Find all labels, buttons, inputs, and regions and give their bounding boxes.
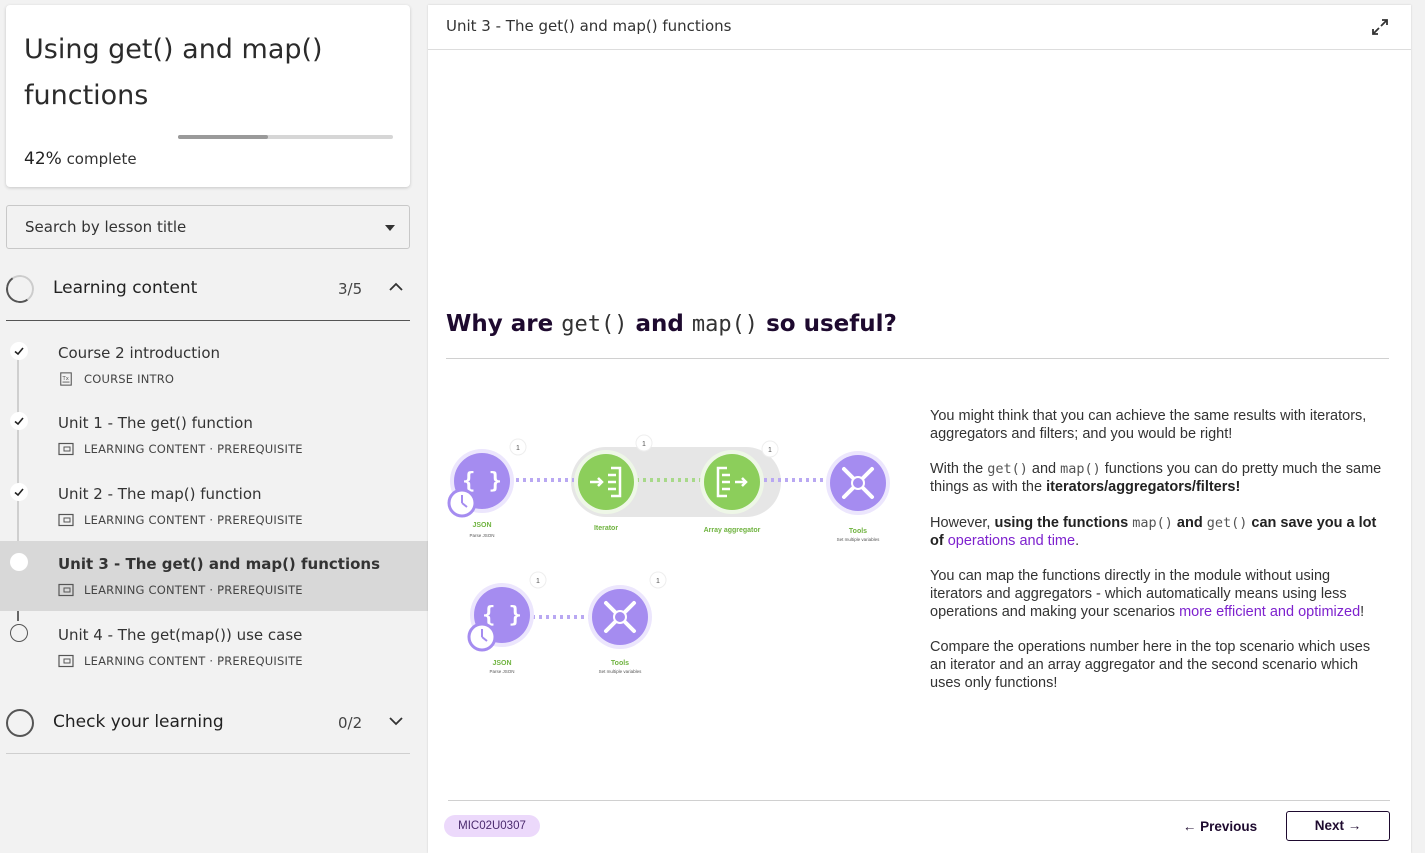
diagram-node-json-2: { } 1 JSON Parse JSON	[467, 571, 547, 674]
lesson-title: Unit 4 - The get(map()) use case	[58, 626, 303, 644]
section-title: Check your learning	[53, 712, 224, 732]
diagram-badge: 1	[768, 447, 772, 454]
lesson-complete-marker	[10, 342, 28, 360]
lesson-item-unit-3[interactable]: Unit 3 - The get() and map() functions L…	[0, 541, 428, 611]
expand-icon[interactable]	[1370, 17, 1390, 37]
lesson-meta-text: LEARNING CONTENT · PREREQUISITE	[84, 513, 303, 527]
heading-text: Why are	[446, 311, 562, 337]
learning-content-icon	[58, 513, 74, 527]
diagram-node-label: JSON	[472, 522, 491, 529]
diagram-node-label: Tools	[611, 660, 629, 667]
lesson-body: You might think that you can achieve the…	[930, 408, 1382, 710]
section-check-your-learning[interactable]: Check your learning 0/2	[6, 699, 410, 749]
progress-text: 42% complete	[24, 149, 137, 169]
lesson-todo-marker	[10, 624, 28, 642]
lesson-meta-text: COURSE INTRO	[84, 372, 175, 386]
lesson-heading: Why are get() and map() so useful?	[446, 311, 897, 337]
diagram-node-tools: Tools Set multiple variables	[826, 451, 890, 542]
lesson-meta-text: LEARNING CONTENT · PREREQUISITE	[84, 654, 303, 668]
lesson-item-unit-1[interactable]: Unit 1 - The get() function LEARNING CON…	[0, 404, 428, 474]
diagram-node-label: Array aggregator	[704, 527, 761, 534]
caret-down-icon	[385, 225, 395, 231]
paragraph: You can map the functions directly in th…	[930, 568, 1365, 620]
section-progress-ring-icon	[6, 709, 34, 737]
chevron-down-icon[interactable]	[388, 713, 404, 729]
paragraph: However, using the functions map() and g…	[930, 514, 1377, 549]
scenario-comparison-diagram: { } 1 JSON Parse JSON 1 Iterator 1 Array…	[447, 434, 890, 674]
diagram-badge: 1	[656, 578, 660, 585]
section-learning-content[interactable]: Learning content 3/5	[3, 265, 410, 315]
section-progress-ring-icon	[3, 272, 37, 306]
diagram-node-sublabel: Set multiple variables	[599, 669, 643, 674]
learning-content-icon	[58, 654, 74, 668]
paragraph: You might think that you can achieve the…	[930, 408, 1367, 442]
learning-content-icon	[58, 442, 74, 456]
app-root: Using get() and map() functions 42% comp…	[0, 0, 1425, 853]
lesson-complete-marker	[10, 412, 28, 430]
lesson-meta-text: LEARNING CONTENT · PREREQUISITE	[84, 583, 303, 597]
lesson-title: Unit 3 - The get() and map() functions	[58, 555, 381, 573]
paragraph: Compare the operations number here in th…	[930, 639, 1371, 691]
lesson-item-unit-4[interactable]: Unit 4 - The get(map()) use case LEARNIN…	[0, 616, 428, 686]
lesson-meta-text: LEARNING CONTENT · PREREQUISITE	[84, 442, 303, 456]
course-title: Using get() and map() functions	[24, 34, 323, 111]
lesson-meta: Tx COURSE INTRO	[58, 371, 174, 387]
diagram-node-sublabel: Parse JSON	[469, 533, 494, 538]
course-summary-card: Using get() and map() functions 42% comp…	[6, 5, 410, 187]
lesson-title: Unit 2 - The map() function	[58, 485, 262, 503]
heading-text: so useful?	[758, 311, 897, 337]
lesson-panel: Unit 3 - The get() and map() functions W…	[428, 5, 1411, 853]
footer-divider	[448, 800, 1390, 801]
section-count: 0/2	[338, 714, 363, 732]
lesson-code-badge: MIC02U0307	[444, 815, 540, 837]
diagram-node-sublabel: Parse JSON	[489, 669, 514, 674]
progress-suffix: complete	[61, 150, 137, 168]
diagram-node-label: JSON	[492, 660, 511, 667]
course-progress-bar	[178, 135, 393, 139]
lesson-complete-marker	[10, 483, 28, 501]
lesson-item-unit-2[interactable]: Unit 2 - The map() function LEARNING CON…	[0, 475, 428, 545]
lesson-meta: LEARNING CONTENT · PREREQUISITE	[58, 653, 303, 669]
section-divider	[6, 320, 410, 321]
diagram-node-json: { } 1 JSON Parse JSON	[447, 438, 527, 538]
lesson-current-marker	[10, 553, 28, 571]
search-placeholder: Search by lesson title	[25, 218, 187, 236]
heading-divider	[446, 358, 1389, 359]
lesson-meta: LEARNING CONTENT · PREREQUISITE	[58, 582, 303, 598]
section-divider	[6, 753, 410, 754]
heading-text: and	[627, 311, 692, 337]
lesson-meta: LEARNING CONTENT · PREREQUISITE	[58, 441, 303, 457]
diagram-badge: 1	[642, 441, 646, 448]
check-icon	[14, 347, 24, 356]
learning-content-icon	[58, 583, 74, 597]
diagram-node-label: Tools	[849, 528, 867, 535]
progress-value: 42%	[24, 149, 62, 169]
diagram-node-sublabel: Set multiple variables	[837, 537, 881, 542]
check-icon	[14, 488, 24, 497]
diagram-node-label: Iterator	[594, 525, 618, 532]
section-title: Learning content	[53, 278, 198, 298]
svg-text:Tx: Tx	[62, 376, 69, 382]
paragraph: With the get() and map() functions you c…	[930, 461, 1382, 496]
lesson-title: Course 2 introduction	[58, 344, 221, 362]
lesson-meta: LEARNING CONTENT · PREREQUISITE	[58, 512, 303, 528]
course-intro-icon: Tx	[60, 372, 72, 386]
previous-button[interactable]: ← Previous	[1180, 813, 1260, 841]
course-progress-fill	[178, 135, 269, 139]
lesson-search-select[interactable]: Search by lesson title	[6, 205, 410, 249]
check-icon	[14, 417, 24, 426]
lesson-header-title: Unit 3 - The get() and map() functions	[446, 17, 732, 35]
diagram-badge: 1	[536, 578, 540, 585]
lesson-item-course-intro[interactable]: Course 2 introduction Tx COURSE INTRO	[0, 334, 428, 404]
heading-code: get()	[561, 312, 628, 337]
chevron-up-icon[interactable]	[388, 279, 404, 295]
section-count: 3/5	[338, 280, 363, 298]
next-button[interactable]: Next →	[1286, 811, 1390, 841]
diagram-badge: 1	[516, 445, 520, 452]
diagram-node-tools-2: 1 Tools Set multiple variables	[588, 571, 667, 674]
heading-code: map()	[691, 312, 759, 337]
lesson-title: Unit 1 - The get() function	[58, 414, 253, 432]
lesson-header: Unit 3 - The get() and map() functions	[428, 5, 1411, 50]
